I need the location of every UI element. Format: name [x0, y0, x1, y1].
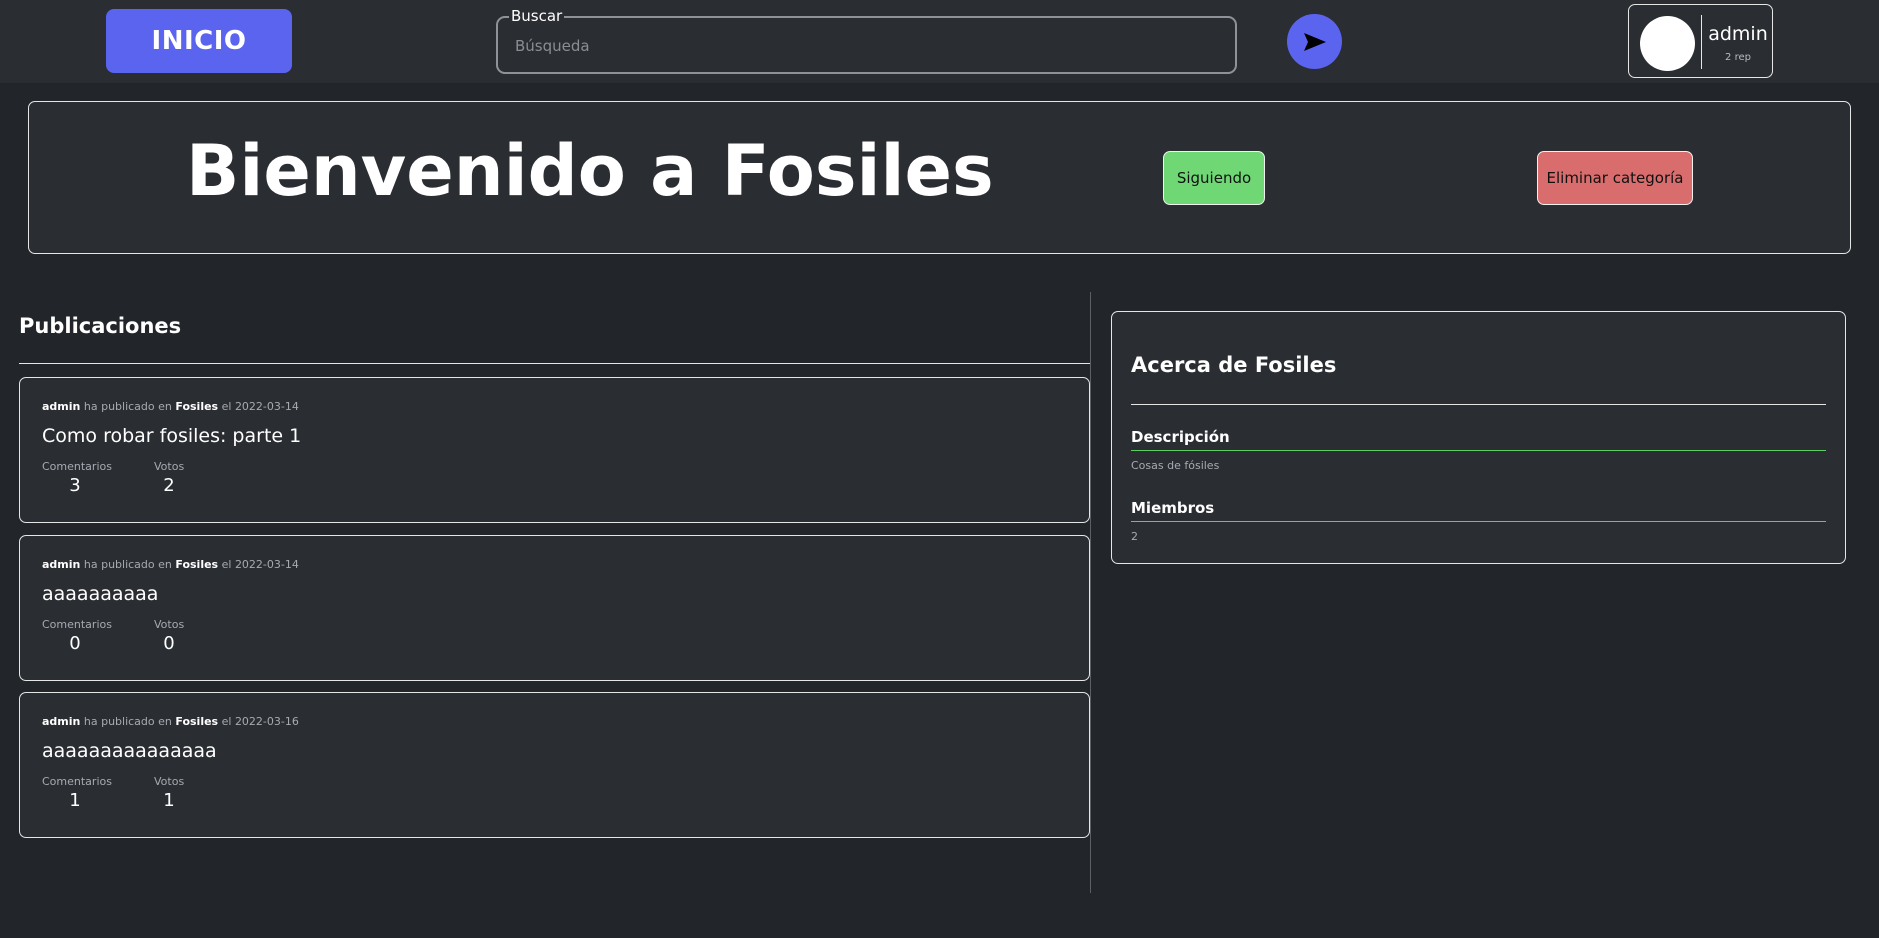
- post-card[interactable]: admin ha publicado en Fosiles el 2022-03…: [19, 377, 1090, 523]
- username: admin: [1708, 23, 1768, 45]
- post-author[interactable]: admin: [42, 715, 80, 728]
- page-title: Bienvenido a Fosiles: [186, 130, 994, 212]
- about-title: Acerca de Fosiles: [1131, 353, 1337, 377]
- post-comments-stat: Comentarios 0: [42, 618, 112, 656]
- posts-heading: Publicaciones: [19, 314, 182, 338]
- delete-category-button[interactable]: Eliminar categoría: [1537, 151, 1693, 205]
- user-reputation: 2 rep: [1725, 52, 1751, 63]
- members-label: Miembros: [1131, 499, 1215, 517]
- description-value: Cosas de fósiles: [1131, 459, 1220, 472]
- post-meta: admin ha publicado en Fosiles el 2022-03…: [42, 400, 299, 413]
- post-published-text: ha publicado en: [83, 715, 172, 728]
- post-card[interactable]: admin ha publicado en Fosiles el 2022-03…: [19, 692, 1090, 838]
- about-panel: Acerca de Fosiles Descripción Cosas de f…: [1111, 311, 1846, 564]
- description-underline: [1131, 450, 1826, 451]
- post-on-text: el: [221, 400, 232, 413]
- post-category[interactable]: Fosiles: [175, 400, 218, 413]
- post-author[interactable]: admin: [42, 400, 80, 413]
- post-comments-stat: Comentarios 3: [42, 460, 112, 498]
- search-legend: Buscar: [511, 7, 563, 25]
- post-author[interactable]: admin: [42, 558, 80, 571]
- description-label: Descripción: [1131, 428, 1230, 446]
- comments-label: Comentarios: [42, 618, 112, 631]
- comments-label: Comentarios: [42, 460, 112, 473]
- column-divider: [1090, 292, 1091, 893]
- comments-count: 1: [69, 790, 81, 811]
- send-arrow-icon: [1303, 32, 1326, 51]
- post-votes-stat: Votos 2: [154, 460, 184, 498]
- members-value: 2: [1131, 530, 1138, 543]
- votes-count: 2: [163, 475, 175, 496]
- search-input[interactable]: [513, 26, 1220, 66]
- post-on-text: el: [221, 715, 232, 728]
- members-underline: [1131, 521, 1826, 522]
- user-divider: [1701, 15, 1702, 69]
- votes-label: Votos: [154, 460, 185, 473]
- user-menu[interactable]: admin 2 rep: [1628, 4, 1773, 78]
- category-banner: Bienvenido a Fosiles Siguiendo Eliminar …: [28, 101, 1851, 254]
- post-on-text: el: [221, 558, 232, 571]
- post-date: 2022-03-14: [234, 558, 299, 571]
- comments-count: 0: [69, 633, 81, 654]
- post-published-text: ha publicado en: [83, 400, 172, 413]
- home-button[interactable]: INICIO: [106, 9, 292, 73]
- follow-button[interactable]: Siguiendo: [1163, 151, 1265, 205]
- votes-label: Votos: [154, 775, 185, 788]
- search-submit-button[interactable]: [1287, 14, 1342, 69]
- votes-label: Votos: [154, 618, 185, 631]
- post-card[interactable]: admin ha publicado en Fosiles el 2022-03…: [19, 535, 1090, 681]
- post-votes-stat: Votos 1: [154, 775, 184, 813]
- post-comments-stat: Comentarios 1: [42, 775, 112, 813]
- top-navbar: INICIO Buscar admin 2 rep: [0, 0, 1879, 83]
- comments-count: 3: [69, 475, 81, 496]
- post-title[interactable]: aaaaaaaaaaaaaaa: [42, 740, 217, 762]
- votes-count: 1: [163, 790, 175, 811]
- post-published-text: ha publicado en: [83, 558, 172, 571]
- post-date: 2022-03-16: [234, 715, 299, 728]
- avatar: [1640, 16, 1695, 71]
- post-category[interactable]: Fosiles: [175, 715, 218, 728]
- post-category[interactable]: Fosiles: [175, 558, 218, 571]
- post-meta: admin ha publicado en Fosiles el 2022-03…: [42, 558, 299, 571]
- post-votes-stat: Votos 0: [154, 618, 184, 656]
- posts-divider: [19, 363, 1090, 364]
- about-divider: [1131, 404, 1826, 405]
- post-meta: admin ha publicado en Fosiles el 2022-03…: [42, 715, 299, 728]
- comments-label: Comentarios: [42, 775, 112, 788]
- post-date: 2022-03-14: [234, 400, 299, 413]
- votes-count: 0: [163, 633, 175, 654]
- search-box: Buscar: [496, 9, 1237, 74]
- post-title[interactable]: Como robar fosiles: parte 1: [42, 425, 301, 447]
- post-title[interactable]: aaaaaaaaaa: [42, 583, 158, 605]
